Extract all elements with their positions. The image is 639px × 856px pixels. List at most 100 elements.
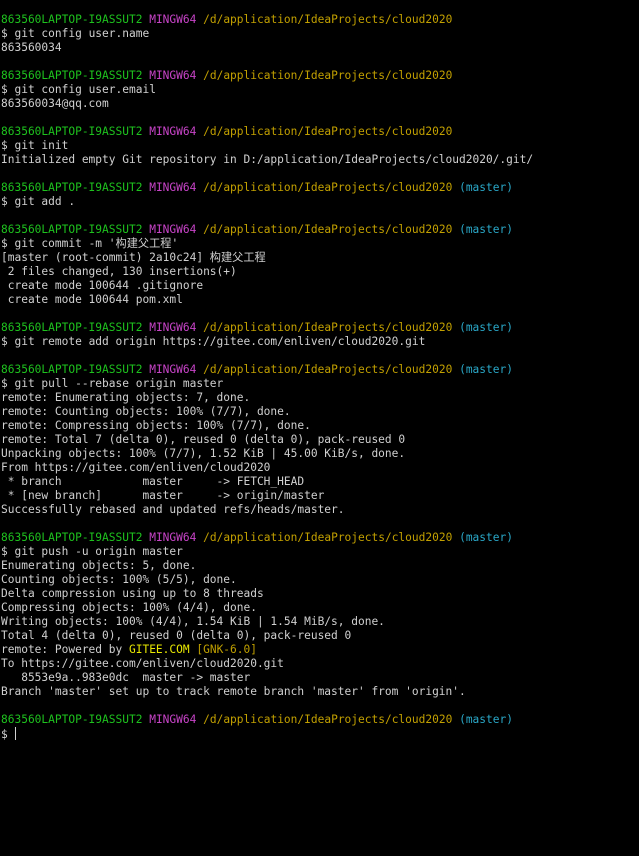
output-text: 2 files changed, 130 insertions(+) xyxy=(1,265,237,278)
command-text: git init xyxy=(14,139,69,152)
output-line: remote: Total 7 (delta 0), reused 0 (del… xyxy=(1,433,639,447)
prompt-user-host: 863560LAPTOP-I9ASSUT2 xyxy=(1,69,143,82)
command-text: git commit -m '构建父工程' xyxy=(14,237,179,250)
output-text: To https://gitee.com/enliven/cloud2020.g… xyxy=(1,657,284,670)
terminal-window[interactable]: 863560LAPTOP-I9ASSUT2 MINGW64 /d/applica… xyxy=(0,0,639,856)
prompt-line: 863560LAPTOP-I9ASSUT2 MINGW64 /d/applica… xyxy=(1,321,639,335)
prompt-path: /d/application/IdeaProjects/cloud2020 xyxy=(203,363,453,376)
output-line: Branch 'master' set up to track remote b… xyxy=(1,685,639,699)
prompt-symbol: $ xyxy=(1,83,15,96)
command-line: $ git init xyxy=(1,139,639,153)
prompt-symbol: $ xyxy=(1,195,15,208)
prompt-path: /d/application/IdeaProjects/cloud2020 xyxy=(203,531,453,544)
output-text: Successfully rebased and updated refs/he… xyxy=(1,503,345,516)
command-text: git push -u origin master xyxy=(14,545,183,558)
command-line: $ git remote add origin https://gitee.co… xyxy=(1,335,639,349)
prompt-symbol: $ xyxy=(1,139,15,152)
output-line: Initialized empty Git repository in D:/a… xyxy=(1,153,639,167)
prompt-system: MINGW64 xyxy=(149,69,197,82)
command-text: git config user.name xyxy=(14,27,150,40)
prompt-user-host: 863560LAPTOP-I9ASSUT2 xyxy=(1,125,143,138)
output-text: 8553e9a..983e0dc master -> master xyxy=(1,671,251,684)
command-text: git pull --rebase origin master xyxy=(14,377,224,390)
prompt-branch: (master) xyxy=(459,363,513,376)
prompt-branch: (master) xyxy=(459,321,513,334)
output-text: Unpacking objects: 100% (7/7), 1.52 KiB … xyxy=(1,447,406,460)
input-line: $ xyxy=(1,727,639,741)
prompt-system: MINGW64 xyxy=(149,531,197,544)
command-line: $ git config user.name xyxy=(1,27,639,41)
command-line: $ git commit -m '构建父工程' xyxy=(1,237,639,251)
prompt-line: 863560LAPTOP-I9ASSUT2 MINGW64 /d/applica… xyxy=(1,69,639,83)
prompt-user-host: 863560LAPTOP-I9ASSUT2 xyxy=(1,531,143,544)
prompt-system: MINGW64 xyxy=(149,13,197,26)
prompt-path: /d/application/IdeaProjects/cloud2020 xyxy=(203,713,453,726)
command-text: git add . xyxy=(14,195,76,208)
output-text: [master (root-commit) 2a10c24] 构建父工程 xyxy=(1,251,266,264)
prompt-user-host: 863560LAPTOP-I9ASSUT2 xyxy=(1,321,143,334)
output-line: Successfully rebased and updated refs/he… xyxy=(1,503,639,517)
output-text: remote: Counting objects: 100% (7/7), do… xyxy=(1,405,291,418)
prompt-symbol: $ xyxy=(1,545,15,558)
prompt-path: /d/application/IdeaProjects/cloud2020 xyxy=(203,223,453,236)
output-line: remote: Compressing objects: 100% (7/7),… xyxy=(1,419,639,433)
output-line: [master (root-commit) 2a10c24] 构建父工程 xyxy=(1,251,639,265)
output-line: Counting objects: 100% (5/5), done. xyxy=(1,573,639,587)
output-text: remote: Enumerating objects: 7, done. xyxy=(1,391,251,404)
output-line: * branch master -> FETCH_HEAD xyxy=(1,475,639,489)
prompt-line: 863560LAPTOP-I9ASSUT2 MINGW64 /d/applica… xyxy=(1,125,639,139)
prompt-user-host: 863560LAPTOP-I9ASSUT2 xyxy=(1,363,143,376)
command-line: $ git pull --rebase origin master xyxy=(1,377,639,391)
command-text: git remote add origin https://gitee.com/… xyxy=(14,335,426,348)
prompt-symbol: $ xyxy=(1,335,15,348)
output-text: Compressing objects: 100% (4/4), done. xyxy=(1,601,257,614)
output-line: create mode 100644 .gitignore xyxy=(1,279,639,293)
output-text: Initialized empty Git repository in D:/a… xyxy=(1,153,534,166)
prompt-line: 863560LAPTOP-I9ASSUT2 MINGW64 /d/applica… xyxy=(1,13,639,27)
output-text: create mode 100644 .gitignore xyxy=(1,279,204,292)
output-text: Delta compression using up to 8 threads xyxy=(1,587,264,600)
output-line: To https://gitee.com/enliven/cloud2020.g… xyxy=(1,657,639,671)
prompt-branch: (master) xyxy=(459,223,513,236)
output-line: Writing objects: 100% (4/4), 1.54 KiB | … xyxy=(1,615,639,629)
prompt-user-host: 863560LAPTOP-I9ASSUT2 xyxy=(1,713,143,726)
prompt-branch: (master) xyxy=(459,181,513,194)
command-line: $ git add . xyxy=(1,195,639,209)
text-cursor xyxy=(15,727,17,740)
prompt-path: /d/application/IdeaProjects/cloud2020 xyxy=(203,13,453,26)
prompt-system: MINGW64 xyxy=(149,363,197,376)
output-text: create mode 100644 pom.xml xyxy=(1,293,183,306)
output-text: Enumerating objects: 5, done. xyxy=(1,559,197,572)
prompt-line: 863560LAPTOP-I9ASSUT2 MINGW64 /d/applica… xyxy=(1,223,639,237)
prompt-system: MINGW64 xyxy=(149,321,197,334)
output-text: remote: Compressing objects: 100% (7/7),… xyxy=(1,419,311,432)
prompt-user-host: 863560LAPTOP-I9ASSUT2 xyxy=(1,13,143,26)
output-line: Compressing objects: 100% (4/4), done. xyxy=(1,601,639,615)
prompt-user-host: 863560LAPTOP-I9ASSUT2 xyxy=(1,181,143,194)
powered-prefix: remote: Powered by xyxy=(1,643,129,656)
powered-by-line: remote: Powered by GITEE.COM [GNK-6.0] xyxy=(1,643,639,657)
command-line: $ git config user.email xyxy=(1,83,639,97)
prompt-symbol: $ xyxy=(1,27,15,40)
output-line: From https://gitee.com/enliven/cloud2020 xyxy=(1,461,639,475)
output-text: * [new branch] master -> origin/master xyxy=(1,489,325,502)
prompt-path: /d/application/IdeaProjects/cloud2020 xyxy=(203,125,453,138)
prompt-symbol: $ xyxy=(1,728,15,741)
output-line: Enumerating objects: 5, done. xyxy=(1,559,639,573)
prompt-line: 863560LAPTOP-I9ASSUT2 MINGW64 /d/applica… xyxy=(1,363,639,377)
command-line: $ git push -u origin master xyxy=(1,545,639,559)
prompt-system: MINGW64 xyxy=(149,181,197,194)
prompt-user-host: 863560LAPTOP-I9ASSUT2 xyxy=(1,223,143,236)
prompt-system: MINGW64 xyxy=(149,223,197,236)
gitee-label: GITEE.COM xyxy=(128,643,190,656)
prompt-branch: (master) xyxy=(459,713,513,726)
output-line: 863560034@qq.com xyxy=(1,97,639,111)
